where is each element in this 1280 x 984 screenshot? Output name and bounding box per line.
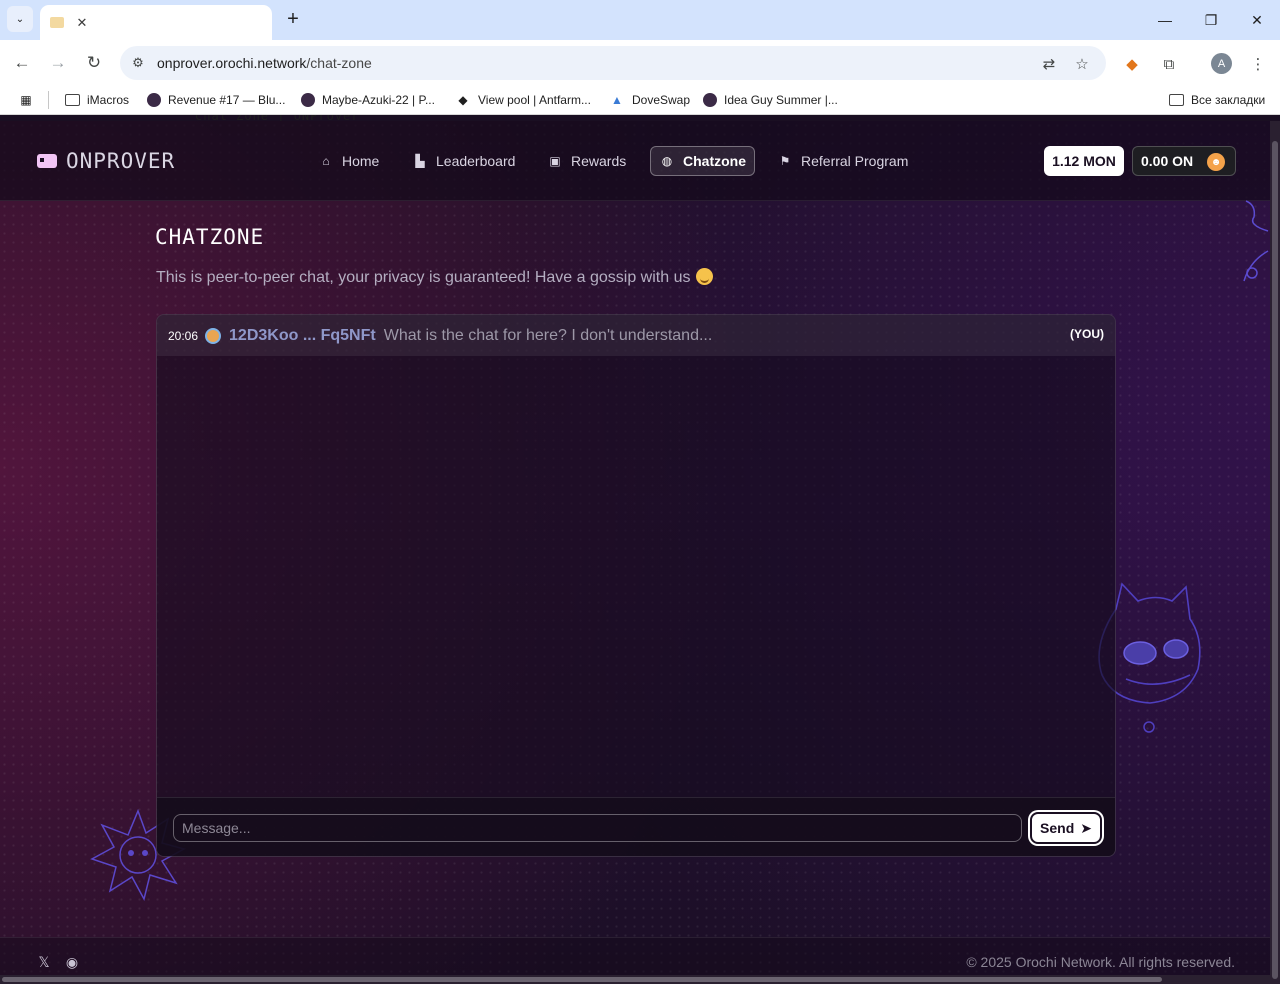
flag-icon: ⚑	[779, 154, 791, 168]
chevron-down-icon: ⌄	[15, 13, 25, 25]
restore-button[interactable]: ❐	[1188, 0, 1234, 40]
tab-close-icon[interactable]: ✕	[74, 15, 90, 31]
chat-panel: 20:06 12D3Koo ... Fq5NFt What is the cha…	[156, 314, 1116, 857]
bookmark-item[interactable]: ▲ DoveSwap	[609, 92, 690, 108]
chat-composer: Send ➤	[157, 797, 1115, 856]
browser-tab[interactable]: Chat Zone | ONProver ✕	[40, 5, 359, 123]
browser-menu-icon[interactable]: ⋮	[1246, 52, 1270, 76]
site-icon	[703, 93, 717, 107]
home-icon: ⌂	[322, 154, 330, 168]
profile-avatar[interactable]: A	[1211, 53, 1232, 74]
message-input[interactable]	[173, 814, 1022, 842]
site-settings-icon[interactable]: ⚙	[128, 55, 148, 71]
site-header: ONPROVER ⌂ Home ▙ Leaderboard ▣ Rewards ◍ Ch…	[0, 121, 1270, 201]
page-subtitle: This is peer-to-peer chat, your privacy …	[156, 268, 714, 287]
message-username[interactable]: 12D3Koo ... Fq5NFt	[229, 327, 376, 345]
extensions-icon[interactable]: ⧉	[1157, 52, 1181, 76]
site-icon	[147, 93, 161, 107]
discord-icon[interactable]: ◉	[64, 954, 80, 970]
nav-leaderboard[interactable]: ▙ Leaderboard	[412, 146, 515, 176]
bookmarks-bar: ▦ iMacros Revenue #17 — Blu... Maybe-Azu…	[0, 85, 1280, 115]
bookmark-item[interactable]: Idea Guy Summer |...	[703, 92, 838, 108]
bookmark-item[interactable]: iMacros	[65, 92, 129, 108]
new-tab-button[interactable]: +	[283, 8, 303, 30]
back-button[interactable]: ←	[9, 50, 35, 76]
window-close-button[interactable]: ✕	[1234, 0, 1280, 40]
chat-message: 20:06 12D3Koo ... Fq5NFt What is the cha…	[157, 315, 1115, 356]
smile-emoji-icon	[696, 268, 714, 285]
rewards-icon: ▣	[549, 154, 561, 168]
forward-button[interactable]: →	[45, 50, 71, 76]
send-button[interactable]: Send ➤	[1030, 812, 1102, 844]
reload-button[interactable]: ↻	[81, 50, 107, 76]
folder-icon	[65, 94, 80, 106]
you-badge: (YOU)	[1070, 327, 1104, 341]
message-time: 20:06	[168, 328, 199, 343]
on-token-icon: ☻	[1207, 153, 1225, 171]
bookmark-item[interactable]: Revenue #17 — Blu...	[147, 92, 285, 108]
minimize-button[interactable]: —	[1142, 0, 1188, 40]
page-title: CHATZONE	[155, 225, 265, 249]
address-bar[interactable]: ⚙ onprover.orochi.network/chat-zone ⇄ ☆	[120, 46, 1106, 80]
site-icon	[301, 93, 315, 107]
page: ONPROVER ⌂ Home ▙ Leaderboard ▣ Rewards ◍ Ch…	[0, 121, 1280, 984]
browser-toolbar: ← → ↻ ⚙ onprover.orochi.network/chat-zon…	[0, 40, 1280, 85]
folder-icon	[1169, 94, 1184, 106]
paper-plane-icon: ➤	[1080, 819, 1092, 836]
message-text: What is the chat for here? I don't under…	[383, 326, 713, 344]
apps-grid-icon[interactable]: ▦	[18, 92, 41, 108]
x-twitter-icon[interactable]: 𝕏	[36, 954, 52, 970]
doodle-right-edge-icon	[1243, 200, 1269, 282]
browser-tabstrip: ⌄ Chat Zone | ONProver ✕ + — ❐ ✕	[0, 0, 1280, 123]
nav-home[interactable]: ⌂ Home	[318, 146, 379, 176]
bookmark-item[interactable]: Maybe-Azuki-22 | P...	[301, 92, 435, 108]
url-text[interactable]: onprover.orochi.network/chat-zone	[157, 55, 372, 71]
copyright-text: © 2025 Orochi Network. All rights reserv…	[966, 954, 1235, 970]
horizontal-scrollbar[interactable]	[0, 975, 1270, 984]
tab-search-button[interactable]: ⌄	[7, 6, 33, 32]
site-icon: ▲	[611, 93, 623, 107]
bookmarks-separator	[48, 91, 49, 109]
translate-icon[interactable]: ⇄	[1039, 54, 1059, 74]
nav-rewards[interactable]: ▣ Rewards	[547, 146, 626, 176]
on-balance-badge[interactable]: 0.00 ON ☻	[1132, 146, 1236, 176]
leaderboard-icon: ▙	[415, 154, 425, 168]
vertical-scrollbar-thumb[interactable]	[1272, 141, 1278, 979]
onprover-logo[interactable]: ONPROVER	[37, 149, 175, 173]
chat-icon: ◍	[661, 154, 673, 168]
all-bookmarks-item[interactable]: Все закладки	[1169, 92, 1265, 108]
nav-chatzone[interactable]: ◍ Chatzone	[650, 146, 755, 176]
vertical-scrollbar[interactable]	[1270, 121, 1280, 984]
bookmark-star-icon[interactable]: ☆	[1072, 54, 1092, 74]
tab-favicon-icon	[50, 17, 64, 28]
site-icon: ◆	[458, 93, 468, 107]
horizontal-scrollbar-thumb[interactable]	[2, 977, 1162, 982]
user-avatar	[205, 327, 222, 344]
logo-mark-icon	[37, 154, 57, 168]
mon-balance-badge[interactable]: 1.12 MON	[1044, 146, 1124, 176]
bookmark-item[interactable]: ◆ View pool | Antfarm...	[455, 92, 591, 108]
nav-referral-program[interactable]: ⚑ Referral Program	[777, 146, 909, 176]
metamask-icon[interactable]: ◆	[1120, 52, 1144, 76]
